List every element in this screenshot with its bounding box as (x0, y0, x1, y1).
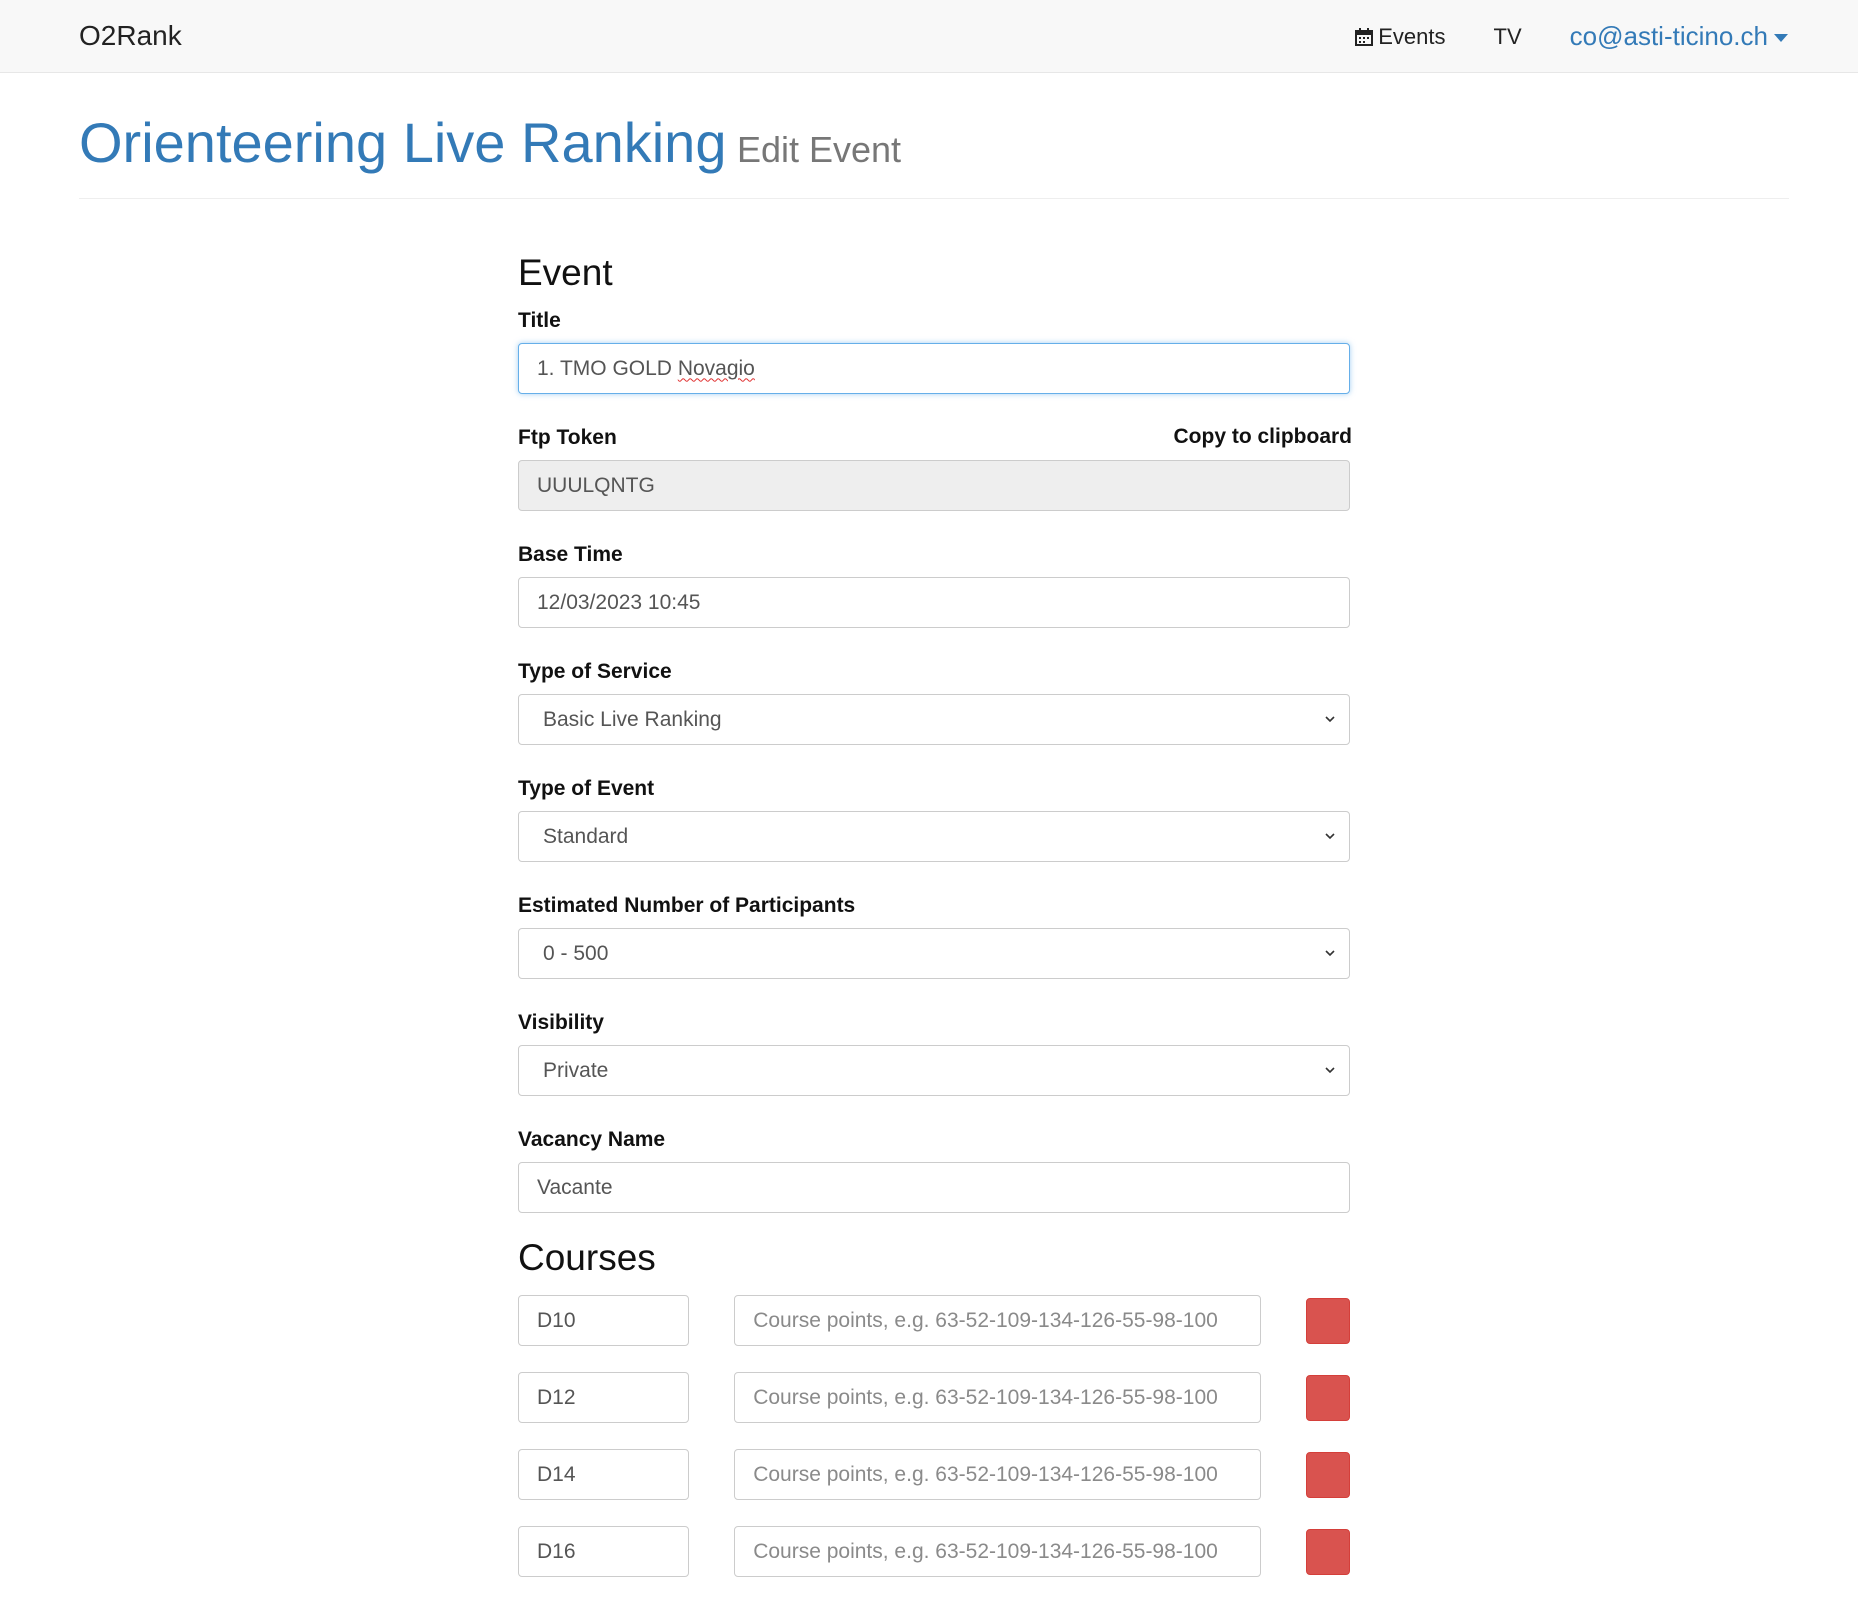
title-input-text: 1. TMO GOLD (537, 356, 678, 380)
nav-events-label: Events (1378, 23, 1446, 49)
visibility-selected-value: Private (543, 1058, 609, 1082)
service-select[interactable]: Basic Live Ranking (518, 694, 1350, 745)
courses-list: D10 Course points, e.g. 63-52-109-134-12… (518, 1295, 1350, 1577)
course-name-input[interactable]: D12 (518, 1372, 690, 1423)
courses-section-heading: Courses (518, 1237, 656, 1278)
base-time-input[interactable]: 12/03/2023 10:45 (518, 577, 1350, 628)
brand-link[interactable]: O2Rank (79, 18, 182, 54)
chevron-down-icon (1325, 716, 1335, 723)
title-input-misspelled-word: Novagio (677, 356, 755, 380)
event-type-group: Type of Event Standard (518, 776, 1350, 862)
visibility-select[interactable]: Private (518, 1045, 1350, 1096)
title-label: Title (518, 309, 561, 332)
ftp-token-label-row: Ftp Token Copy to clipboard (518, 425, 1352, 460)
ftp-token-input[interactable]: UUULQNTG (518, 460, 1350, 511)
visibility-label: Visibility (518, 1011, 604, 1034)
service-group: Type of Service Basic Live Ranking (518, 659, 1350, 745)
course-row: D10 Course points, e.g. 63-52-109-134-12… (518, 1295, 1350, 1346)
navbar-right: Events TV co@asti-ticino.ch (1330, 0, 1788, 73)
course-points-input[interactable]: Course points, e.g. 63-52-109-134-126-55… (734, 1449, 1262, 1500)
vacancy-input[interactable]: Vacante (518, 1162, 1350, 1213)
event-section-heading: Event (518, 252, 613, 293)
base-time-label: Base Time (518, 543, 623, 566)
calendar-icon (1355, 27, 1374, 46)
course-points-input[interactable]: Course points, e.g. 63-52-109-134-126-55… (734, 1372, 1262, 1423)
user-email-label: co@asti-ticino.ch (1569, 21, 1768, 51)
event-type-label: Type of Event (518, 777, 655, 800)
course-name-input[interactable]: D10 (518, 1295, 690, 1346)
title-group: Title 1. TMO GOLD Novagio (518, 308, 1350, 394)
vacancy-label: Vacancy Name (518, 1128, 666, 1151)
participants-selected-value: 0 - 500 (543, 941, 609, 965)
chevron-down-icon (1325, 950, 1335, 957)
title-input[interactable]: 1. TMO GOLD Novagio (518, 343, 1350, 394)
page-header: Orienteering Live Ranking Edit Event (79, 108, 1789, 199)
remove-course-button[interactable] (1306, 1374, 1350, 1421)
ftp-token-label: Ftp Token (518, 426, 617, 449)
user-menu-dropdown[interactable]: co@asti-ticino.ch (1546, 21, 1788, 52)
participants-label: Estimated Number of Participants (518, 894, 856, 917)
edit-event-form: Event Title 1. TMO GOLD Novagio Ftp Toke… (518, 250, 1352, 1603)
ftp-token-group: Ftp Token Copy to clipboard UUULQNTG (518, 425, 1352, 511)
copy-to-clipboard-button[interactable]: Copy to clipboard (1174, 425, 1353, 460)
caret-down-icon (1774, 33, 1788, 42)
base-time-group: Base Time 12/03/2023 10:45 (518, 542, 1350, 628)
remove-course-button[interactable] (1306, 1451, 1350, 1498)
chevron-down-icon (1325, 1067, 1335, 1074)
course-row: D14 Course points, e.g. 63-52-109-134-12… (518, 1449, 1350, 1500)
course-row: D12 Course points, e.g. 63-52-109-134-12… (518, 1372, 1350, 1423)
course-name-input[interactable]: D14 (518, 1449, 690, 1500)
chevron-down-icon (1325, 833, 1335, 840)
participants-group: Estimated Number of Participants 0 - 500 (518, 893, 1350, 979)
nav-tv-link[interactable]: TV (1470, 24, 1546, 50)
course-points-input[interactable]: Course points, e.g. 63-52-109-134-126-55… (734, 1295, 1262, 1346)
participants-select[interactable]: 0 - 500 (518, 928, 1350, 979)
page-title: Orienteering Live Ranking (79, 111, 727, 174)
top-navbar: O2Rank Events TV co@asti-ticino.ch (0, 0, 1858, 73)
service-label: Type of Service (518, 660, 672, 683)
visibility-group: Visibility Private (518, 1010, 1350, 1096)
nav-events-link[interactable]: Events (1330, 24, 1469, 50)
page-subtitle: Edit Event (736, 129, 902, 170)
remove-course-button[interactable] (1306, 1297, 1350, 1344)
event-type-select[interactable]: Standard (518, 811, 1350, 862)
event-type-selected-value: Standard (543, 824, 629, 848)
service-selected-value: Basic Live Ranking (543, 707, 722, 731)
vacancy-group: Vacancy Name Vacante (518, 1127, 1350, 1213)
